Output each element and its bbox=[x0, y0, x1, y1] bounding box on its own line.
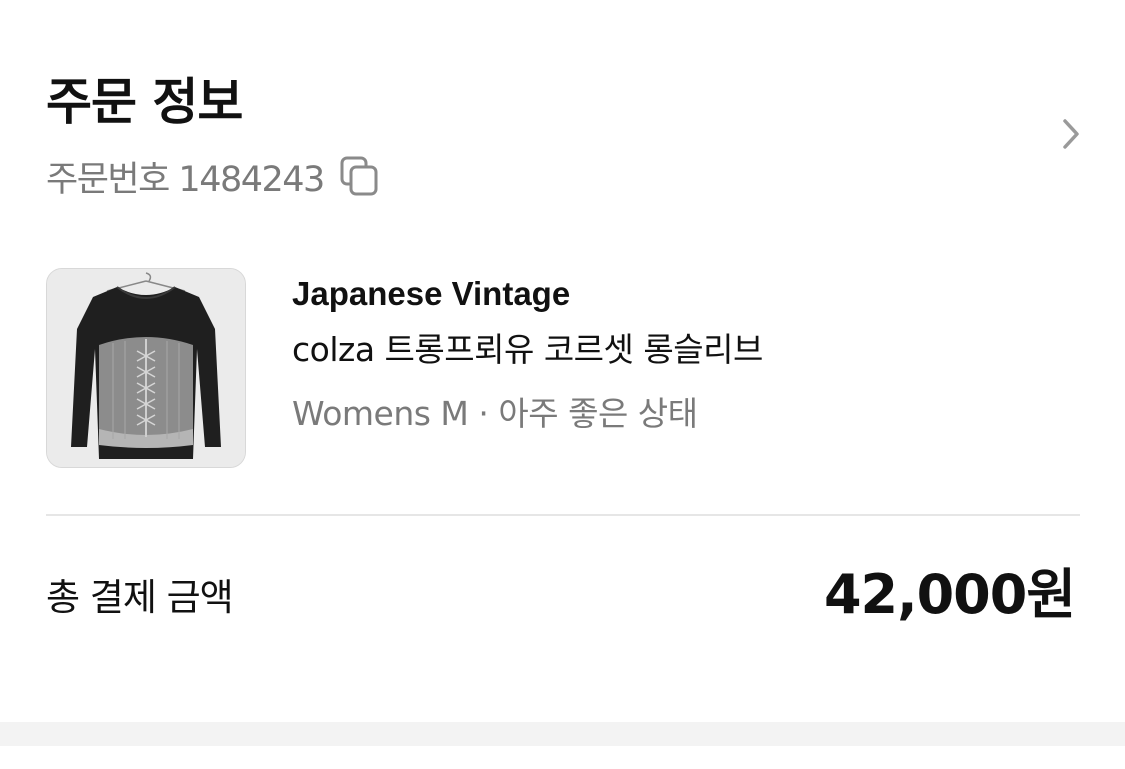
total-payment-amount: 42,000원 bbox=[823, 563, 1076, 626]
order-number-text: 주문번호 1484243 bbox=[46, 159, 325, 200]
order-info-title: 주문 정보 bbox=[46, 73, 243, 131]
section-divider bbox=[46, 514, 1080, 516]
product-item[interactable]: Japanese Vintage colza 트롱프뢰유 코르셋 롱슬리브 Wo… bbox=[46, 268, 1080, 470]
copy-icon[interactable] bbox=[338, 154, 382, 198]
total-payment-label: 총 결제 금액 bbox=[46, 576, 234, 619]
product-name: colza 트롱프뢰유 코르셋 롱슬리브 bbox=[292, 330, 763, 369]
chevron-right-icon[interactable] bbox=[1052, 110, 1090, 158]
product-size-condition: Womens M · 아주 좋은 상태 bbox=[292, 394, 698, 433]
next-section-edge bbox=[0, 746, 1125, 769]
order-number-row[interactable]: 주문번호 1484243 bbox=[46, 150, 382, 202]
product-thumbnail bbox=[46, 268, 246, 468]
product-brand: Japanese Vintage bbox=[292, 275, 571, 312]
section-gap bbox=[0, 722, 1125, 746]
order-info-card: 주문 정보 주문번호 1484243 Japanese Vintage colz… bbox=[0, 0, 1125, 722]
